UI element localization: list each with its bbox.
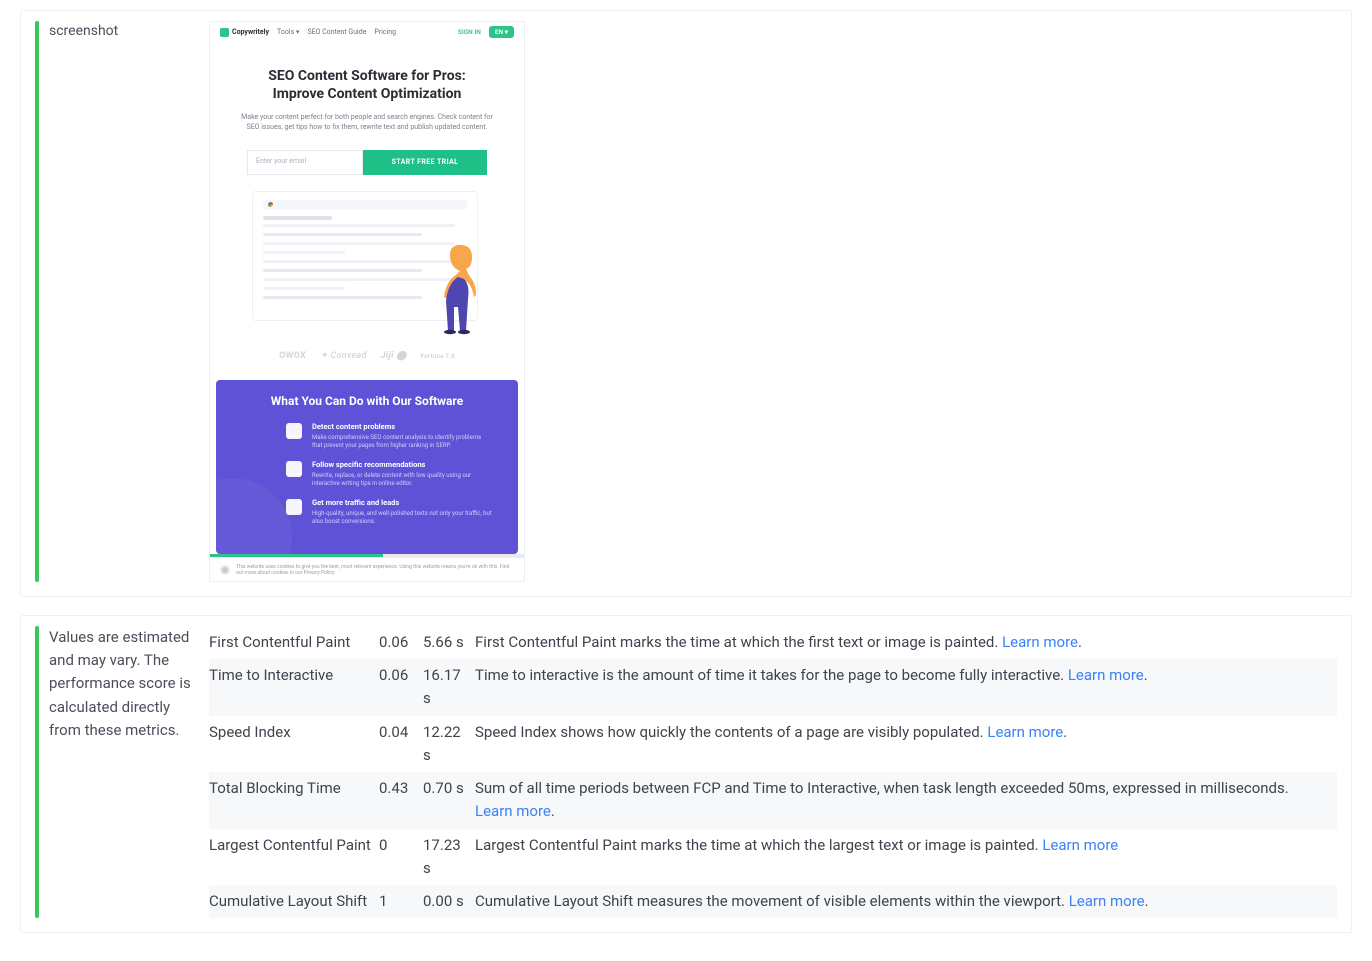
table-row: Cumulative Layout Shift10.00 sCumulative… <box>209 885 1337 918</box>
table-row: Total Blocking Time0.430.70 sSum of all … <box>209 772 1337 829</box>
feature-title: Get more traffic and leads <box>312 498 492 508</box>
brand-owox: OWOX <box>279 351 306 363</box>
metric-time: 17.23 s <box>423 829 475 886</box>
metric-score: 0.43 <box>379 772 423 829</box>
screenshot-preview[interactable]: Copywritely Tools ▾ SEO Content Guide Pr… <box>209 21 525 582</box>
feature-item: Detect content problems Make comprehensi… <box>242 422 492 450</box>
metric-time: 0.70 s <box>423 772 475 829</box>
metric-time: 0.00 s <box>423 885 475 918</box>
traffic-icon <box>286 499 302 515</box>
mini-hero: SEO Content Software for Pros: Improve C… <box>210 42 524 135</box>
metrics-description: Values are estimated and may vary. The p… <box>49 626 199 742</box>
brand-logos-row: OWOX ✦ Convead Jiji ⬤ Fortuna 7.0 <box>210 351 524 371</box>
brand-name: Copywritely <box>232 28 269 37</box>
hero-title-line2: Improve Content Optimization <box>273 86 462 102</box>
metric-description: Sum of all time periods between FCP and … <box>475 772 1337 829</box>
detect-icon <box>286 423 302 439</box>
metric-score: 0.06 <box>379 626 423 659</box>
learn-more-link[interactable]: Learn more <box>1042 836 1118 854</box>
metric-name: Speed Index <box>209 716 379 773</box>
metric-description: Time to interactive is the amount of tim… <box>475 659 1337 716</box>
feature-title: Detect content problems <box>312 422 492 432</box>
metric-name: Total Blocking Time <box>209 772 379 829</box>
accent-bar <box>35 626 39 919</box>
metric-name: Largest Contentful Paint <box>209 829 379 886</box>
nav-item-pricing: Pricing <box>374 28 396 37</box>
nav-item-guide: SEO Content Guide <box>307 28 366 37</box>
metric-name: Time to Interactive <box>209 659 379 716</box>
mini-logo: Copywritely <box>220 28 269 37</box>
recommend-icon <box>286 461 302 477</box>
feature-item: Follow specific recommendations Rewrite,… <box>242 460 492 488</box>
table-row: First Contentful Paint0.065.66 sFirst Co… <box>209 626 1337 659</box>
email-input: Enter your email <box>247 150 363 175</box>
mini-illustration <box>234 191 500 341</box>
lang-selector: EN ▾ <box>489 26 514 38</box>
screenshot-card: screenshot Copywritely Tools ▾ SEO Conte… <box>20 10 1352 597</box>
metric-description: Cumulative Layout Shift measures the mov… <box>475 885 1337 918</box>
cookie-text: This website uses cookies to give you th… <box>236 564 514 577</box>
screenshot-label: screenshot <box>49 21 199 42</box>
person-illustration-icon <box>436 243 492 335</box>
features-heading: What You Can Do with Our Software <box>242 394 492 410</box>
screenshot-preview-wrap: Copywritely Tools ▾ SEO Content Guide Pr… <box>209 21 1337 582</box>
hero-title-line1: SEO Content Software for Pros: <box>268 68 465 84</box>
mini-cta-row: Enter your email START FREE TRIAL <box>210 136 524 185</box>
start-trial-button: START FREE TRIAL <box>363 150 487 175</box>
metric-score: 1 <box>379 885 423 918</box>
learn-more-link[interactable]: Learn more <box>1002 633 1078 651</box>
brand-jiji: Jiji ⬤ <box>381 351 407 363</box>
signin-link: SIGN IN <box>458 28 481 36</box>
features-section: What You Can Do with Our Software Detect… <box>216 380 518 553</box>
metrics-table: First Contentful Paint0.065.66 sFirst Co… <box>209 626 1337 919</box>
learn-more-link[interactable]: Learn more <box>987 723 1063 741</box>
accent-bar <box>35 21 39 582</box>
feature-desc: Rewrite, replace, or delete content with… <box>312 472 492 488</box>
hero-subtitle: Make your content perfect for both peopl… <box>238 113 496 131</box>
metric-description: Speed Index shows how quickly the conten… <box>475 716 1337 773</box>
mini-nav: Copywritely Tools ▾ SEO Content Guide Pr… <box>210 22 524 42</box>
metric-description: Largest Contentful Paint marks the time … <box>475 829 1337 886</box>
metric-name: First Contentful Paint <box>209 626 379 659</box>
cookie-icon <box>220 565 230 575</box>
brand-fortuna: Fortuna 7.0 <box>421 354 455 360</box>
metric-description: First Contentful Paint marks the time at… <box>475 626 1337 659</box>
metrics-card: Values are estimated and may vary. The p… <box>20 615 1352 934</box>
cookie-banner: This website uses cookies to give you th… <box>210 557 524 581</box>
learn-more-link[interactable]: Learn more <box>475 802 551 820</box>
feature-item: Get more traffic and leads High-quality,… <box>242 498 492 526</box>
search-bar-icon <box>263 200 467 210</box>
nav-item-tools: Tools ▾ <box>277 28 299 37</box>
metric-time: 12.22 s <box>423 716 475 773</box>
table-row: Largest Contentful Paint017.23 sLargest … <box>209 829 1337 886</box>
table-row: Time to Interactive0.0616.17 sTime to in… <box>209 659 1337 716</box>
brand-convead: ✦ Convead <box>320 351 367 363</box>
feature-desc: Make comprehensive SEO content analysis … <box>312 434 492 450</box>
metric-score: 0 <box>379 829 423 886</box>
metric-score: 0.04 <box>379 716 423 773</box>
metric-name: Cumulative Layout Shift <box>209 885 379 918</box>
metric-time: 5.66 s <box>423 626 475 659</box>
table-row: Speed Index0.0412.22 sSpeed Index shows … <box>209 716 1337 773</box>
hero-title: SEO Content Software for Pros: Improve C… <box>238 68 496 103</box>
learn-more-link[interactable]: Learn more <box>1069 892 1145 910</box>
metric-time: 16.17 s <box>423 659 475 716</box>
logo-icon <box>220 28 229 37</box>
feature-desc: High-quality, unique, and well-polished … <box>312 510 492 526</box>
metric-score: 0.06 <box>379 659 423 716</box>
learn-more-link[interactable]: Learn more <box>1068 666 1144 684</box>
feature-title: Follow specific recommendations <box>312 460 492 470</box>
